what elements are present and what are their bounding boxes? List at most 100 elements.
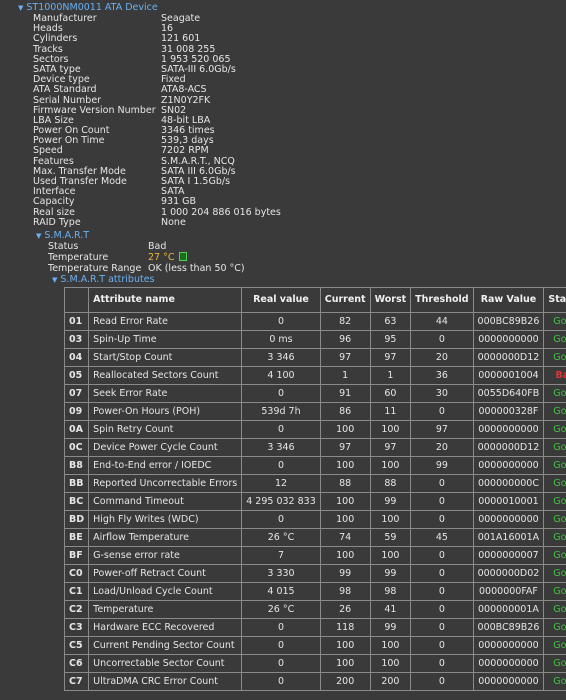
device-tree-node[interactable]: ▼ ST1000NM0011 ATA Device [18,2,158,13]
attr-raw-value: 0000000000 [472,456,545,475]
smart-attributes-title[interactable]: S.M.A.R.T attributes [60,274,154,285]
attr-current: 100 [319,654,371,673]
info-row: Tracks 31 008 255 [33,44,281,55]
attr-status: Good [543,456,566,475]
attr-worst: 100 [369,510,412,529]
attr-name: Device Power Cycle Count [88,438,243,457]
table-row[interactable]: B8 End-to-End error / IOEDC 0 100 100 99 00000… [63,456,566,475]
attr-id: C0 [63,564,90,583]
table-row[interactable]: BC Command Timeout 4 295 032 833 100 99 0 0000… [63,492,566,511]
table-row[interactable]: 0C Device Power Cycle Count 3 346 97 97 20 000… [63,438,566,457]
table-row[interactable]: C1 Load/Unload Cycle Count 4 015 98 98 0 00000… [63,582,566,601]
attr-threshold: 0 [410,564,474,583]
attr-id: 0C [63,438,90,457]
attr-status: Good [543,312,566,331]
header-attribute-name[interactable]: Attribute name [88,287,243,313]
expand-icon[interactable]: ▼ [36,232,41,240]
attr-threshold: 0 [410,402,474,421]
attr-status: Good [543,600,566,619]
attr-status: Good [543,402,566,421]
attr-worst: 99 [369,618,412,637]
header-status[interactable]: Status [543,287,566,313]
attr-real-value: 0 [241,312,321,331]
table-row[interactable]: 09 Power-On Hours (POH) 539d 7h 86 11 0 000000… [63,402,566,421]
table-row[interactable]: BD High Fly Writes (WDC) 0 100 100 0 000000000… [63,510,566,529]
header-raw-value[interactable]: Raw Value [472,287,545,313]
attr-id: 09 [63,402,90,421]
device-info-list: Manufacturer Seagate Heads 16 Cylinders 121 6… [33,13,281,228]
info-value: None [161,216,186,228]
attr-id: 03 [63,330,90,349]
attr-worst: 200 [369,672,412,691]
attr-id: C7 [63,672,90,691]
attr-name: High Fly Writes (WDC) [88,510,243,529]
attr-worst: 11 [369,402,412,421]
attr-threshold: 20 [410,348,474,367]
table-row[interactable]: 07Seek Error Rate09160300055D640FBGood [63,384,566,403]
attr-real-value: 7 [241,546,321,565]
table-row[interactable]: 04 Start/Stop Count 3 346 97 97 20 0000000D12 G… [63,348,566,367]
header-threshold[interactable]: Threshold [410,287,474,313]
attr-current: 100 [319,420,371,439]
attr-name: Reported Uncorrectable Errors [88,474,243,493]
table-row[interactable]: BB Reported Uncorrectable Errors 12 88 88 0 00… [63,474,566,493]
attr-real-value: 3 330 [241,564,321,583]
attr-raw-value: 0000000D12 [472,348,545,367]
attr-worst: 1 [369,366,412,385]
device-title[interactable]: ST1000NM0011 ATA Device [26,2,157,13]
attr-raw-value: 0000010001 [472,492,545,511]
expand-icon[interactable]: ▼ [18,4,23,12]
attr-id: 01 [63,312,90,331]
info-row: Manufacturer Seagate [33,13,281,24]
table-row[interactable]: C2Temperature26 °C26410000000001AGood [63,600,566,619]
header-current[interactable]: Current [319,287,371,313]
smart-temp-row: Temperature 27 °C [48,252,245,263]
smart-title[interactable]: S.M.A.R.T [44,230,89,241]
table-row[interactable]: C5 Current Pending Sector Count 0 100 100 0 00… [63,636,566,655]
table-row[interactable]: C3 Hardware ECC Recovered 0 118 99 0 000BC89B2… [63,618,566,637]
header-real-value[interactable]: Real value [241,287,321,313]
attr-name: G-sense error rate [88,546,243,565]
smart-attributes-node[interactable]: ▼ S.M.A.R.T attributes [52,274,155,286]
table-row[interactable]: 03Spin-Up Time0 ms969500000000000Good [63,330,566,349]
attr-id: 04 [63,348,90,367]
table-row[interactable]: C0 Power-off Retract Count 3 330 99 99 0 00000… [63,564,566,583]
smart-range-label: Temperature Range [48,263,142,274]
attr-raw-value: 000000000C [472,474,545,493]
attr-name: Uncorrectable Sector Count [88,654,243,673]
attr-id: C3 [63,618,90,637]
attr-id: 07 [63,384,90,403]
table-row[interactable]: 05 Reallocated Sectors Count 4 100 1 1 36 0000… [63,366,566,385]
attr-worst: 88 [369,474,412,493]
table-row[interactable]: BF G-sense error rate 7 100 100 0 0000000007 Go… [63,546,566,565]
attr-name: Temperature [88,600,243,619]
expand-icon[interactable]: ▼ [52,276,57,284]
attr-real-value: 0 [241,456,321,475]
smart-status-label: Status [48,241,79,252]
attr-status: Good [543,384,566,403]
attr-current: 82 [319,312,371,331]
table-row[interactable]: C6 Uncorrectable Sector Count 0 100 100 0 0000… [63,654,566,673]
info-row: ATA Standard ATA8-ACS [33,85,281,95]
attr-worst: 97 [369,348,412,367]
attr-worst: 99 [369,492,412,511]
attr-current: 200 [319,672,371,691]
attr-threshold: 0 [410,492,474,511]
attr-current: 97 [319,438,371,457]
attr-id: 05 [63,366,90,385]
table-row[interactable]: 0ASpin Retry Count0100100970000000000Goo… [63,420,566,439]
attr-threshold: 0 [410,330,474,349]
attr-status: Good [543,510,566,529]
header-worst[interactable]: Worst [369,287,412,313]
attr-status: Good [543,582,566,601]
table-row[interactable]: 01Read Error Rate0826344000BC89B26Good [63,312,566,331]
attr-status: Good [543,492,566,511]
attr-raw-value: 0000000D12 [472,438,545,457]
table-row[interactable]: BE Airflow Temperature 26 °C 74 59 45 001A1600… [63,528,566,547]
attr-id: C5 [63,636,90,655]
attr-worst: 59 [369,528,412,547]
attr-id: 0A [63,420,90,439]
attr-real-value: 0 [241,510,321,529]
attr-raw-value: 000BC89B26 [472,618,545,637]
table-row[interactable]: C7 UltraDMA CRC Error Count 0 200 200 0 000000… [63,672,566,691]
